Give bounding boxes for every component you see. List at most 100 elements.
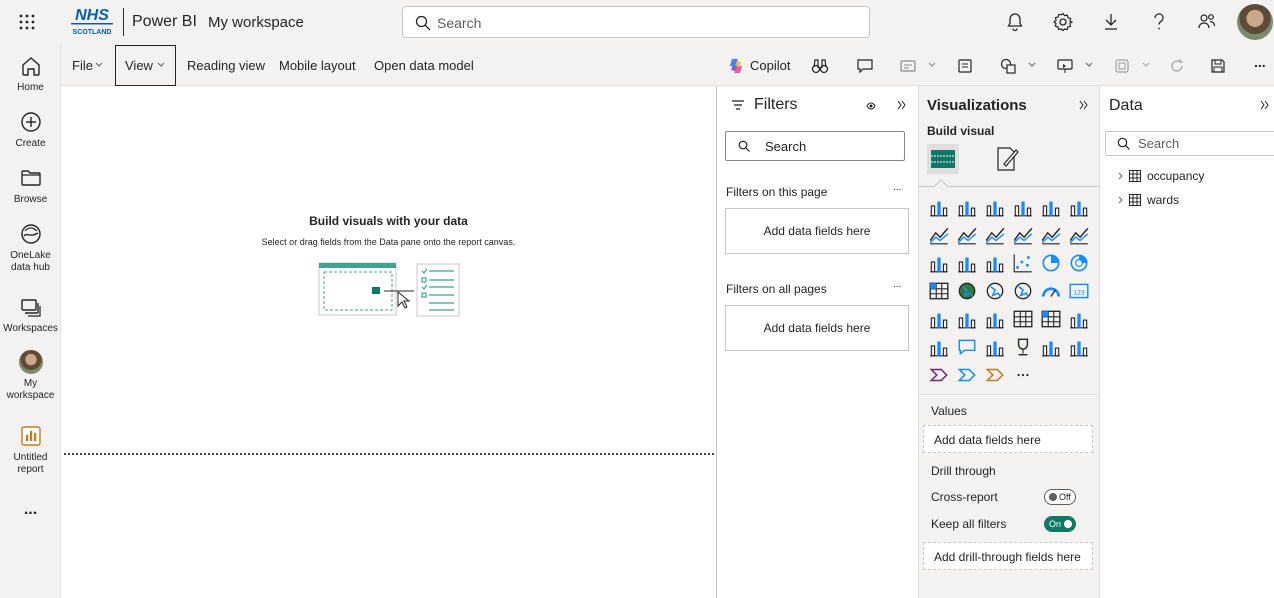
keep-filters-toggle[interactable]: On [1044,516,1076,532]
line-chart-icon[interactable] [928,224,950,246]
view-menu[interactable]: View [125,58,153,73]
line-column-icon[interactable] [1040,224,1062,246]
azure-map-icon[interactable] [1012,280,1034,302]
paginated-report-icon[interactable] [1040,336,1062,358]
power-apps-icon[interactable] [928,364,950,386]
mobile-layout-button[interactable]: Mobile layout [279,58,356,73]
stacked-bar-icon[interactable] [928,196,950,218]
python-visual-icon[interactable] [1068,336,1090,358]
app-name[interactable]: Power BI [132,13,197,31]
slicer-icon[interactable] [984,308,1006,330]
nav-untitled-report[interactable]: Untitled report [0,424,61,476]
100pct-column-icon[interactable] [1068,196,1090,218]
key-influencers-icon[interactable] [928,336,950,358]
filters-search-input[interactable]: Search [725,131,905,161]
keep-filters-label: Keep all filters [931,517,1007,531]
nav-home[interactable]: Home [0,54,61,94]
filters-this-page-dropzone[interactable]: Add data fields here [725,208,909,254]
nav-more-button[interactable]: ... [0,502,61,518]
global-search-input[interactable]: Search [402,6,870,38]
stacked-column-icon[interactable] [956,196,978,218]
filters-this-page-more[interactable]: ... [893,182,901,193]
gauge-icon[interactable] [1040,280,1062,302]
filters-all-pages-dropzone[interactable]: Add data fields here [725,305,909,351]
nav-my-workspace[interactable]: My workspace [0,350,61,402]
text-box-icon[interactable] [956,57,974,75]
refresh-icon[interactable] [1168,57,1186,75]
values-dropzone[interactable]: Add data fields here [923,425,1093,453]
filters-all-pages-more[interactable]: ... [893,279,901,290]
nav-my-workspace-label-2: workspace [6,390,55,401]
stacked-area-icon[interactable] [984,224,1006,246]
drill-through-dropzone[interactable]: Add drill-through fields here [923,542,1093,570]
matrix-icon[interactable] [1040,308,1062,330]
multirow-card-icon[interactable] [928,308,950,330]
profile-avatar[interactable] [1237,4,1273,40]
ribbon-more-button[interactable]: ... [1254,54,1266,70]
nav-create[interactable]: Create [0,110,61,150]
pie-chart-icon[interactable] [1040,252,1062,274]
ribbon-chart-icon[interactable] [928,252,950,274]
file-menu[interactable]: File [72,58,93,73]
100pct-bar-icon[interactable] [1040,196,1062,218]
workspace-name[interactable]: My workspace [208,14,304,31]
open-data-model-button[interactable]: Open data model [374,58,474,73]
power-automate-icon[interactable] [956,364,978,386]
qna-icon[interactable] [956,336,978,358]
binoculars-icon[interactable] [811,57,829,75]
funnel-icon[interactable] [984,252,1006,274]
line-clustered-column-icon[interactable] [1068,224,1090,246]
data-table-occupancy[interactable]: occupancy [1118,168,1204,184]
download-icon[interactable] [1099,11,1123,33]
goals-icon[interactable] [1012,336,1034,358]
cross-report-toggle[interactable]: Off [1044,489,1076,505]
gear-icon[interactable] [1051,11,1075,33]
clustered-bar-icon[interactable] [984,196,1006,218]
comment-icon[interactable] [856,57,874,75]
kpi-icon[interactable] [956,308,978,330]
metrics-icon[interactable] [984,364,1006,386]
treemap-icon[interactable] [928,280,950,302]
nav-browse[interactable]: Browse [0,166,61,206]
help-icon[interactable] [1147,11,1171,33]
card-icon[interactable]: 123 [1068,280,1090,302]
copilot-icon[interactable] [727,57,745,75]
ribbon-area-icon[interactable] [1012,224,1034,246]
collapse-data-icon[interactable] [1260,100,1270,110]
report-canvas[interactable]: Build visuals with your data Select or d… [61,86,716,598]
app-launcher-icon[interactable] [14,10,40,34]
map-icon[interactable] [956,280,978,302]
scatter-icon[interactable] [1012,252,1034,274]
present-icon[interactable] [1056,57,1074,75]
collapse-filters-icon[interactable] [897,100,907,110]
waterfall-icon[interactable] [956,252,978,274]
format-visual-tab[interactable] [993,144,1023,174]
eye-icon[interactable] [866,101,876,111]
shapes-icon[interactable] [999,57,1017,75]
save-icon[interactable] [1209,57,1227,75]
chevron-down-icon [1085,62,1093,67]
data-table-wards[interactable]: wards [1118,192,1179,208]
svg-text:SCOTLAND: SCOTLAND [73,29,112,36]
nav-onelake[interactable]: OneLake data hub [0,222,61,274]
donut-chart-icon[interactable] [1068,252,1090,274]
visual-container-icon[interactable] [1113,57,1131,75]
build-visual-tab[interactable] [927,144,959,174]
nav-workspaces[interactable]: Workspaces [0,295,61,335]
table-icon [1129,194,1141,206]
chevron-down-icon [95,62,103,67]
filled-map-icon[interactable] [984,280,1006,302]
more-visuals-icon[interactable] [1012,364,1034,386]
area-chart-icon[interactable] [956,224,978,246]
table-icon[interactable] [1012,308,1034,330]
copilot-button[interactable]: Copilot [750,58,790,73]
decomposition-icon[interactable] [1068,308,1090,330]
clustered-column-icon[interactable] [1012,196,1034,218]
smart-narrative-icon[interactable] [984,336,1006,358]
collapse-visualizations-icon[interactable] [1079,100,1089,110]
bell-icon[interactable] [1003,11,1027,33]
share-people-icon[interactable] [1195,11,1219,33]
reading-view-button[interactable]: Reading view [187,58,265,73]
subscribe-icon[interactable] [899,57,917,75]
data-search-input[interactable]: Search [1105,131,1274,156]
